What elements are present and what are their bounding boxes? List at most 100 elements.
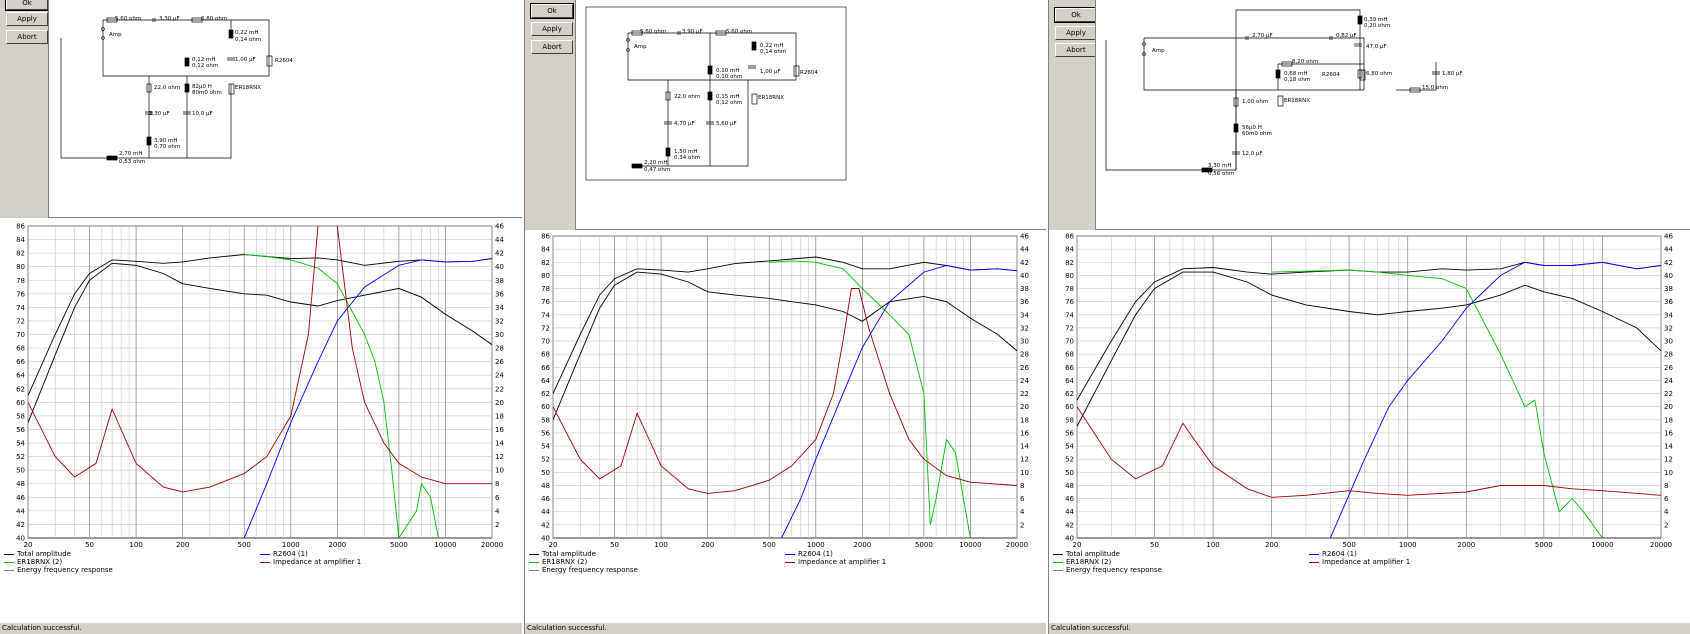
- schematic-label: 0,18 ohm: [1284, 77, 1311, 83]
- legend-er18rnx: ER18RNX (2): [1053, 558, 1111, 566]
- schematic-label: 0,20 ohm: [1364, 23, 1391, 29]
- y2-tick-label: 42: [495, 250, 504, 258]
- plot-area: [552, 235, 1018, 539]
- y-tick-label: 50: [541, 469, 550, 477]
- abort-button[interactable]: Abort: [1055, 43, 1097, 57]
- schematic-label: 0,56 ohm: [1208, 171, 1235, 177]
- ok-button[interactable]: Ok: [530, 3, 574, 19]
- schematic-label: 3,30 µF: [159, 16, 180, 22]
- x-tick-label: 5000: [1535, 541, 1553, 549]
- y2-tick-label: 12: [1664, 456, 1673, 464]
- y-tick-label: 46: [16, 494, 25, 502]
- x-tick-label: 100: [654, 541, 667, 549]
- schematic-label: 3,90 µF: [682, 29, 703, 35]
- y-tick-label: 66: [1065, 364, 1074, 372]
- y-tick-label: 68: [541, 351, 550, 359]
- y2-tick-label: 32: [495, 317, 504, 325]
- schematic-label: 3,30 mH: [1208, 163, 1232, 169]
- x-tick-label: 1000: [807, 541, 825, 549]
- y2-tick-label: 22: [1664, 390, 1673, 398]
- y2-tick-label: 30: [1664, 338, 1673, 346]
- y2-tick-label: 8: [1664, 482, 1668, 490]
- y-tick-label: 46: [1065, 495, 1074, 503]
- y-tick-label: 44: [1065, 508, 1074, 516]
- schematic-label: 60m0 ohm: [1242, 131, 1272, 137]
- y2-tick-label: 16: [1020, 429, 1029, 437]
- abort-button[interactable]: Abort: [6, 30, 48, 44]
- y-tick-label: 68: [16, 345, 25, 353]
- y-tick-label: 66: [16, 358, 25, 366]
- y-tick-label: 64: [541, 377, 550, 385]
- x-tick-label: 500: [1342, 541, 1355, 549]
- schematic-label: 0,12 ohm: [192, 63, 219, 69]
- y2-tick-label: 2: [495, 521, 499, 529]
- y-tick-label: 72: [541, 324, 550, 332]
- y2-tick-label: 18: [1020, 416, 1029, 424]
- schematic-label: R2604: [800, 70, 818, 76]
- status-bar: Calculation successful.: [1049, 622, 1690, 634]
- schematic-label: 5,60 ohm: [115, 16, 142, 22]
- legend-impedance: Impedance at amplifier 1: [260, 558, 361, 566]
- x-tick-label: 200: [1265, 541, 1278, 549]
- y2-tick-label: 12: [1020, 456, 1029, 464]
- y-tick-label: 70: [1065, 338, 1074, 346]
- y-tick-label: 76: [541, 298, 550, 306]
- y2-tick-label: 26: [495, 358, 504, 366]
- crossover-schematic: 5,60 ohm 3,30 µF 6,80 ohm 0,22 mH 0,14 o…: [48, 0, 522, 218]
- schematic-label: 0,34 ohm: [674, 155, 701, 161]
- legend-energy: Energy frequency response: [529, 566, 638, 574]
- schematic-label: 80m0 ohm: [192, 90, 222, 96]
- y-tick-label: 48: [1065, 482, 1074, 490]
- y2-tick-label: 2: [1020, 521, 1024, 529]
- y2-tick-label: 10: [1664, 469, 1673, 477]
- y-tick-label: 58: [16, 412, 25, 420]
- schematic-label: Amp: [1152, 48, 1165, 54]
- y-tick-label: 60: [16, 399, 25, 407]
- y-tick-label: 84: [541, 246, 550, 254]
- schematic-label: 0,53 ohm: [119, 159, 146, 165]
- x-tick-label: 10000: [434, 541, 456, 549]
- y-tick-label: 68: [1065, 351, 1074, 359]
- y-tick-label: 60: [1065, 403, 1074, 411]
- y-tick-label: 42: [16, 521, 25, 529]
- y2-tick-label: 4: [1664, 508, 1669, 516]
- y-tick-label: 48: [16, 480, 25, 488]
- x-tick-label: 50: [610, 541, 619, 549]
- schematic-label: 0,70 ohm: [154, 144, 181, 150]
- y2-tick-label: 18: [495, 412, 504, 420]
- y-tick-label: 76: [1065, 298, 1074, 306]
- abort-button[interactable]: Abort: [531, 40, 573, 54]
- y2-tick-label: 8: [1020, 482, 1024, 490]
- y-tick-label: 80: [16, 263, 25, 271]
- legend-impedance: Impedance at amplifier 1: [1309, 558, 1410, 566]
- apply-button[interactable]: Apply: [531, 22, 573, 36]
- schematic-label: 5,60 ohm: [640, 29, 667, 35]
- schematic-label: 2,70 mH: [119, 151, 143, 157]
- ok-button[interactable]: Ok: [5, 0, 49, 11]
- ok-button[interactable]: Ok: [1054, 7, 1098, 23]
- x-tick-label: 20000: [1006, 541, 1028, 549]
- schematic-label: 4,70 µF: [674, 121, 695, 127]
- y2-tick-label: 6: [1664, 495, 1669, 503]
- panel-2: Ok Apply Abort 5,60 ohm 3,90 µF 5,60 ohm…: [524, 0, 1046, 634]
- x-tick-label: 2000: [1457, 541, 1475, 549]
- apply-button[interactable]: Apply: [1055, 26, 1097, 40]
- y-tick-label: 40: [541, 535, 550, 543]
- schematic-label: 15,0 ohm: [1422, 85, 1449, 91]
- apply-button[interactable]: Apply: [6, 12, 48, 26]
- schematic-label: ER18RNX: [1284, 98, 1310, 104]
- y-tick-label: 74: [541, 311, 550, 319]
- schematic-label: 1,00 ohm: [1242, 99, 1269, 105]
- chart-2: 20 50 100 200 500 1000 2000 5000 10000 20000 42 44 4…: [525, 230, 1046, 560]
- schematic-label: 6,80 ohm: [201, 16, 228, 22]
- y2-tick-label: 8: [495, 480, 499, 488]
- y2-tick-label: 32: [1664, 324, 1673, 332]
- y2-tick-label: 42: [1020, 259, 1029, 267]
- y-tick-label: 62: [541, 390, 550, 398]
- y-tick-label: 58: [541, 416, 550, 424]
- y-tick-label: 72: [16, 317, 25, 325]
- y2-tick-label: 12: [495, 453, 504, 461]
- y2-tick-label: 24: [1664, 377, 1673, 385]
- schematic-label: Amp: [634, 44, 647, 50]
- y-tick-label: 82: [16, 250, 25, 258]
